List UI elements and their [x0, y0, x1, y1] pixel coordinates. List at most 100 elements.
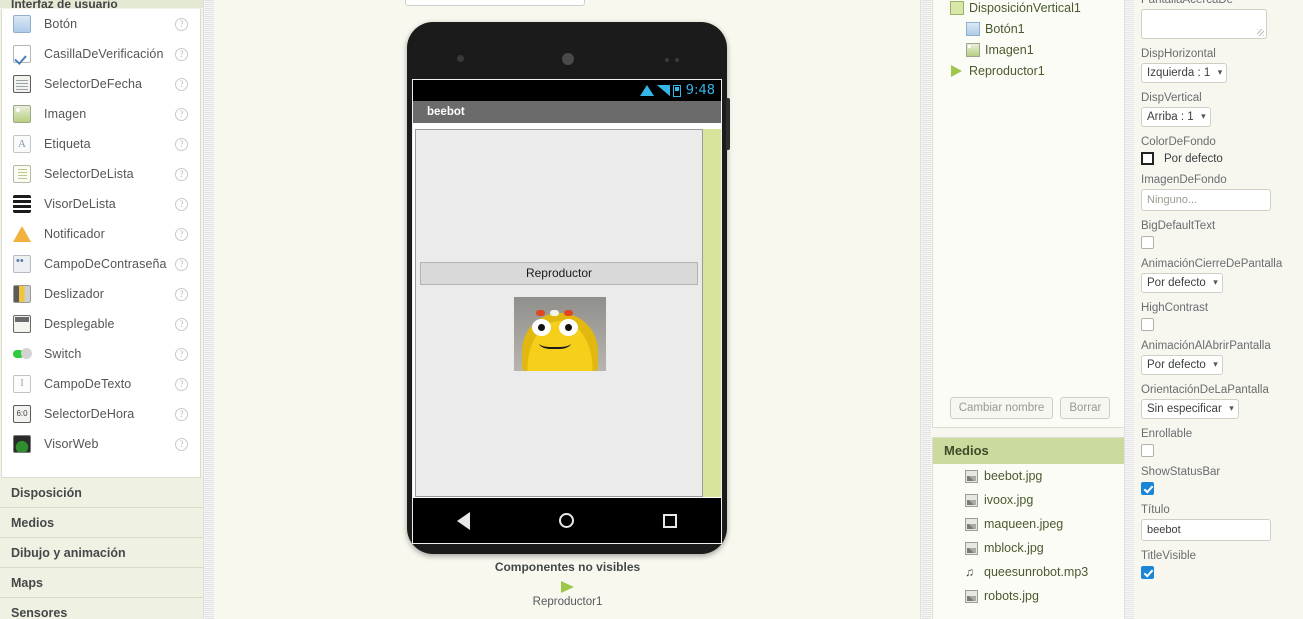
palette-item-label: CampoDeContraseña: [44, 257, 167, 271]
checkbox-icon: [13, 45, 31, 63]
property-field-pantallaacercade[interactable]: [1141, 9, 1267, 39]
beebot-button: [536, 310, 545, 316]
help-icon[interactable]: ?: [175, 407, 188, 421]
property-label-imagendefondo: ImagenDeFondo: [1141, 174, 1227, 186]
help-icon[interactable]: ?: [175, 107, 188, 121]
help-icon[interactable]: ?: [175, 197, 188, 211]
help-icon[interactable]: ?: [175, 287, 188, 301]
property-select-animacionalabrirpantalla[interactable]: Por defecto: [1141, 355, 1223, 375]
components-and-media-column: DisposiciónVertical1 Botón1 Imagen1 Repr…: [931, 0, 1134, 619]
palette-item-boton[interactable]: Botón ?: [2, 9, 200, 39]
web-viewer-icon: [13, 435, 31, 453]
palette-section-disposicion[interactable]: Disposición: [0, 478, 203, 508]
property-label-highcontrast: HighContrast: [1141, 302, 1209, 314]
vertical-arrangement-1[interactable]: Reproductor: [415, 129, 703, 497]
player-icon: [561, 581, 574, 593]
notifier-icon: [13, 225, 31, 243]
color-swatch[interactable]: [1141, 152, 1154, 165]
property-checkbox-showstatusbar[interactable]: [1141, 482, 1154, 495]
palette-section-medios[interactable]: Medios: [0, 508, 203, 538]
android-status-bar: 9:48: [413, 80, 721, 101]
home-icon[interactable]: [558, 513, 574, 528]
media-item-beebot-jpg[interactable]: beebot.jpg: [933, 464, 1127, 488]
media-item-maqueen-jpeg[interactable]: maqueen.jpeg: [933, 512, 1127, 536]
tree-item-reproductor1[interactable]: Reproductor1: [933, 60, 1127, 81]
property-label-pantallaacercade: PantallaAcercaDe: [1141, 0, 1234, 6]
help-icon[interactable]: ?: [175, 137, 188, 151]
help-icon[interactable]: ?: [175, 77, 188, 91]
palette-item-desplegable[interactable]: Desplegable ?: [2, 309, 200, 339]
palette-scrollbar[interactable]: [203, 0, 214, 619]
property-input-titulo[interactable]: beebot: [1141, 519, 1271, 541]
property-checkbox-highcontrast[interactable]: [1141, 318, 1154, 331]
palette-item-imagen[interactable]: Imagen ?: [2, 99, 200, 129]
palette-section-interfaz-de-usuario[interactable]: Interfaz de usuario: [0, 0, 203, 8]
palette-item-casilla-de-verificacion[interactable]: CasillaDeVerificación ?: [2, 39, 200, 69]
property-checkbox-titlevisible[interactable]: [1141, 566, 1154, 579]
palette-item-label: Desplegable: [44, 317, 115, 331]
property-color-colordefondo[interactable]: Por defecto: [1141, 152, 1303, 165]
button-icon: [13, 15, 31, 33]
property-input-imagendefondo[interactable]: Ninguno...: [1141, 189, 1271, 211]
palette-item-selector-de-hora[interactable]: 6:0 SelectorDeHora ?: [2, 399, 200, 429]
property-select-dispvertical[interactable]: Arriba : 1: [1141, 107, 1211, 127]
palette-item-notificador[interactable]: Notificador ?: [2, 219, 200, 249]
palette-item-label: Etiqueta: [44, 137, 91, 151]
help-icon[interactable]: ?: [175, 47, 188, 61]
palette-item-selector-de-fecha[interactable]: SelectorDeFecha ?: [2, 69, 200, 99]
property-select-disphorizontal[interactable]: Izquierda : 1: [1141, 63, 1228, 83]
palette-scrollbar-thumb[interactable]: [205, 0, 214, 619]
property-checkbox-enrollable[interactable]: [1141, 444, 1154, 457]
help-icon[interactable]: ?: [175, 347, 188, 361]
rename-button[interactable]: Cambiar nombre: [949, 397, 1054, 419]
property-label-bigdefaulttext: BigDefaultText: [1141, 220, 1216, 232]
palette-item-campo-de-texto[interactable]: I CampoDeTexto ?: [2, 369, 200, 399]
label-icon: A: [13, 135, 31, 153]
viewer-scrollbar-thumb[interactable]: [922, 0, 931, 619]
help-icon[interactable]: ?: [175, 317, 188, 331]
media-item-queesunrobot-mp3[interactable]: ♫ queesunrobot.mp3: [933, 560, 1127, 584]
recents-icon[interactable]: [662, 513, 677, 528]
tree-item-imagen1[interactable]: Imagen1: [933, 39, 1127, 60]
help-icon[interactable]: ?: [175, 377, 188, 391]
palette-item-campo-de-contrasena[interactable]: CampoDeContraseña ?: [2, 249, 200, 279]
textbox-icon: I: [13, 375, 31, 393]
palette-item-label: Botón: [44, 17, 78, 31]
non-visible-component-label[interactable]: Reproductor1: [215, 596, 920, 608]
media-item-ivoox-jpg[interactable]: ivoox.jpg: [933, 488, 1127, 512]
palette-section-sensores[interactable]: Sensores: [0, 598, 203, 619]
color-value-label: Por defecto: [1164, 152, 1223, 165]
property-select-orientaciondelapantalla[interactable]: Sin especificar: [1141, 399, 1239, 419]
palette-item-label: SelectorDeHora: [44, 407, 135, 421]
media-item-mblock-jpg[interactable]: mblock.jpg: [933, 536, 1127, 560]
palette-item-deslizador[interactable]: Deslizador ?: [2, 279, 200, 309]
back-icon[interactable]: [457, 511, 471, 530]
tree-item-boton1[interactable]: Botón1: [933, 18, 1127, 39]
palette-item-selector-de-lista[interactable]: SelectorDeLista ?: [2, 159, 200, 189]
toolbar-input[interactable]: [405, 0, 585, 6]
viewer-scrollbar[interactable]: [920, 0, 931, 619]
help-icon[interactable]: ?: [175, 257, 188, 271]
tree-item-disposicionvertical1[interactable]: DisposiciónVertical1: [933, 0, 1127, 18]
palette-item-etiqueta[interactable]: A Etiqueta ?: [2, 129, 200, 159]
palette-item-switch[interactable]: Switch ?: [2, 339, 200, 369]
palette-item-visor-web[interactable]: VisorWeb ?: [2, 429, 200, 459]
property-select-animacioncierredepantalla[interactable]: Por defecto: [1141, 273, 1223, 293]
palette-section-maps[interactable]: Maps: [0, 568, 203, 598]
palette-item-label: Notificador: [44, 227, 105, 241]
help-icon[interactable]: ?: [175, 227, 188, 241]
list-picker-icon: [13, 165, 31, 183]
help-icon[interactable]: ?: [175, 437, 188, 451]
palette-section-dibujo-y-animacion[interactable]: Dibujo y animación: [0, 538, 203, 568]
media-item-robots-jpg[interactable]: robots.jpg: [933, 584, 1127, 608]
property-label-animacioncierredepantalla: AnimaciónCierreDePantalla: [1141, 258, 1283, 270]
property-checkbox-bigdefaulttext[interactable]: [1141, 236, 1154, 249]
imagen1-beebot[interactable]: [514, 297, 606, 371]
help-icon[interactable]: ?: [175, 17, 188, 31]
components-scrollbar[interactable]: [1124, 0, 1134, 619]
delete-button[interactable]: Borrar: [1060, 397, 1111, 419]
boton1-reproductor[interactable]: Reproductor: [420, 262, 698, 285]
palette-item-visor-de-lista[interactable]: VisorDeLista ?: [2, 189, 200, 219]
help-icon[interactable]: ?: [175, 167, 188, 181]
camera-icon: [457, 55, 464, 62]
